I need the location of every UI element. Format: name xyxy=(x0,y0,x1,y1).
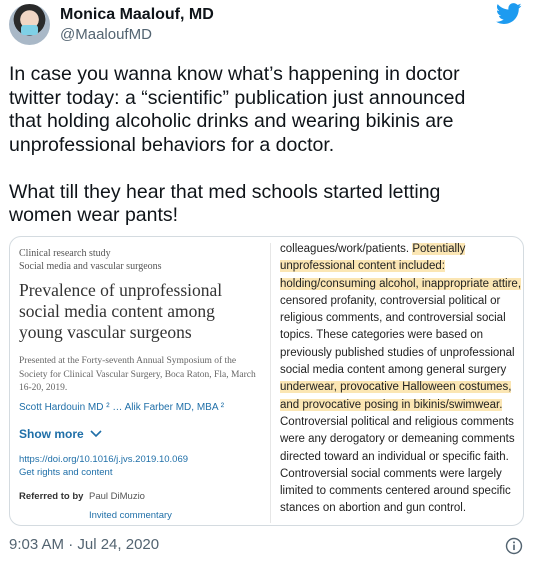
excerpt-text: topics. These categories were based on xyxy=(280,329,484,342)
excerpt-line: topics. These categories were based on xyxy=(280,327,520,344)
article-section: Social media and vascular surgeons xyxy=(19,261,162,272)
show-more-link: Show more xyxy=(19,427,259,441)
excerpt-line: and provocative posing in bikinis/swimwe… xyxy=(280,397,520,414)
article-body-excerpt: colleagues/work/patients. Potentially unp… xyxy=(280,241,522,518)
article-doi: https://doi.org/10.1016/j.jvs.2019.10.06… xyxy=(19,453,189,465)
article-presented-note: Presented at the Forty-seventh Annual Sy… xyxy=(19,356,256,393)
excerpt-line: Controversial political and religious co… xyxy=(280,414,520,431)
highlighted-text: unprofessional content included: xyxy=(280,260,445,273)
excerpt-text: social media content among general surge… xyxy=(280,364,507,377)
info-icon[interactable] xyxy=(505,537,523,555)
excerpt-line: religious comments, and controversial so… xyxy=(280,310,520,327)
excerpt-line: unprofessional content included: xyxy=(280,258,520,275)
excerpt-line: were any derogatory or demeaning comment… xyxy=(280,431,520,448)
excerpt-text: stances on abortion and gun control. xyxy=(280,502,467,515)
tweet-header: Monica Maalouf, MD @MaaloufMD xyxy=(0,0,534,52)
excerpt-text: limited to comments centered around spec… xyxy=(280,485,511,498)
excerpt-text: previously published studies of unprofes… xyxy=(280,346,515,359)
chevron-down-icon xyxy=(90,429,102,437)
excerpt-line: directed toward an individual or specifi… xyxy=(280,449,520,466)
excerpt-text: colleagues/work/patients. xyxy=(280,243,413,255)
tweet-timestamp[interactable]: 9:03 AM · Jul 24, 2020 xyxy=(9,536,159,553)
panel-divider xyxy=(270,243,271,523)
referred-label: Referred to by xyxy=(19,490,84,502)
excerpt-text: censored profanity, controversial politi… xyxy=(280,294,501,307)
excerpt-line: limited to comments centered around spec… xyxy=(280,483,520,500)
excerpt-text: directed toward an individual or specifi… xyxy=(280,450,509,463)
article-rights: Get rights and content xyxy=(19,466,113,478)
tweet-text: In case you wanna know what’s happening … xyxy=(9,63,466,226)
excerpt-line: colleagues/work/patients. Potentially xyxy=(280,241,520,258)
highlighted-text: Potentially xyxy=(412,243,466,255)
article-authors: Scott Hardouin MD ² … Alik Farber MD, MB… xyxy=(19,401,225,413)
referred-row: Referred to by Paul DiMuzio xyxy=(19,491,259,502)
highlighted-text: and provocative posing in bikinis/swimwe… xyxy=(280,398,503,411)
excerpt-line: holding/consuming alcohol, inappropriate… xyxy=(280,276,522,293)
highlighted-text: holding/consuming alcohol, inappropriate… xyxy=(280,277,522,290)
author-name[interactable]: Monica Maalouf, MD xyxy=(60,6,214,24)
author-handle[interactable]: @MaaloufMD xyxy=(60,26,152,43)
article-header-panel: Clinical research study Social media and… xyxy=(19,247,259,521)
invited-commentary: Invited commentary xyxy=(89,509,172,521)
show-more-label: Show more xyxy=(19,426,84,441)
twitter-bird-icon[interactable] xyxy=(496,3,522,25)
excerpt-line: stances on abortion and gun control. xyxy=(280,500,520,517)
excerpt-line: Controversial social comments were large… xyxy=(280,466,520,483)
highlighted-text: underwear, provocative Halloween costume… xyxy=(280,381,512,394)
avatar[interactable] xyxy=(9,4,50,45)
excerpt-text: religious comments, and controversial so… xyxy=(280,312,506,325)
excerpt-text: Controversial political and religious co… xyxy=(280,415,514,428)
excerpt-text: Controversial social comments were large… xyxy=(280,467,502,480)
excerpt-line: censored profanity, controversial politi… xyxy=(280,293,520,310)
attached-image[interactable]: Clinical research study Social media and… xyxy=(9,236,524,526)
avatar-mask xyxy=(21,25,38,35)
referred-name: Paul DiMuzio xyxy=(89,490,145,502)
article-kicker: Clinical research study xyxy=(19,248,111,259)
article-title: Prevalence of unprofessional social medi… xyxy=(19,280,223,342)
excerpt-line: underwear, provocative Halloween costume… xyxy=(280,379,520,396)
excerpt-line: social media content among general surge… xyxy=(280,362,520,379)
excerpt-line: previously published studies of unprofes… xyxy=(280,345,520,362)
excerpt-text: were any derogatory or demeaning comment… xyxy=(280,433,515,446)
